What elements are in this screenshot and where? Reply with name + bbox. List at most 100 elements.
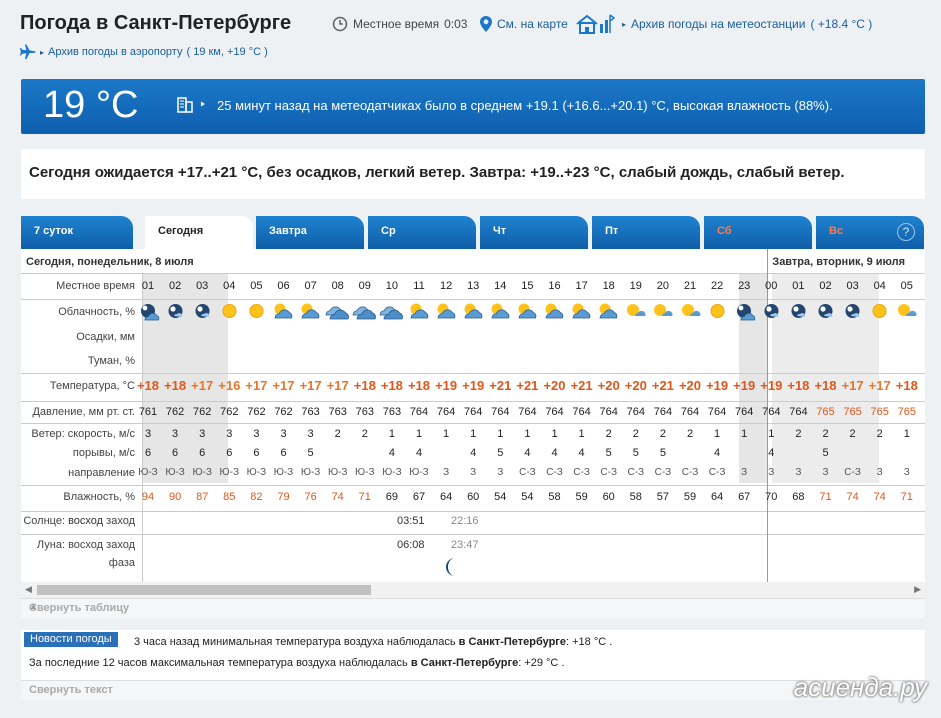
- airplane-icon: [20, 44, 36, 59]
- map-link-label[interactable]: См. на карте: [497, 17, 568, 31]
- hour-cell: 03: [196, 280, 209, 292]
- divider: [21, 299, 925, 300]
- gust-cell: 5: [605, 447, 612, 459]
- humidity-cell: 54: [494, 491, 507, 503]
- pressure-cell: 763: [355, 406, 374, 418]
- weather-sun-cloud-icon: [460, 301, 487, 321]
- pressure-cell: 764: [436, 406, 456, 418]
- temp-cell: +19: [733, 378, 756, 393]
- tab-5[interactable]: Пт: [592, 216, 700, 249]
- hour-cell: 23: [738, 280, 751, 292]
- wind-direction-cell: З: [768, 467, 775, 478]
- gust-cell: 4: [768, 447, 775, 459]
- hour-cell: 18: [602, 280, 615, 292]
- pressure-cell: 765: [843, 406, 862, 418]
- row-label-humidity: Влажность, %: [63, 491, 135, 503]
- temp-cell: +20: [678, 378, 702, 393]
- gust-cell: 6: [144, 447, 152, 459]
- archive-airport-link[interactable]: ▸ Архив погоды в аэропорту ( 19 км, +19 …: [20, 44, 268, 60]
- pressure-cell: 762: [193, 406, 212, 418]
- hour-cell: 08: [331, 280, 344, 292]
- collapse-text-bar[interactable]: Свернуть текст: [21, 680, 925, 700]
- temp-cell: +18: [407, 378, 431, 393]
- pressure-cell: 764: [599, 406, 618, 418]
- wind-speed-cell: 2: [686, 428, 694, 440]
- scroll-right-icon[interactable]: ▶: [914, 584, 921, 595]
- wind-direction-cell: Ю-З: [192, 467, 212, 478]
- hour-cell: 07: [304, 280, 317, 292]
- humidity-cell: 59: [683, 491, 697, 503]
- collapse-table-bar[interactable]: Свернуть таблицу ▲: [21, 598, 925, 618]
- humidity-cell: 70: [765, 491, 778, 503]
- scroll-left-icon[interactable]: ◀: [25, 584, 32, 595]
- row-label-phase: фаза: [108, 557, 135, 569]
- wind-speed-cell: 2: [876, 428, 883, 440]
- sun-label: Солнце: восход заход: [21, 515, 135, 527]
- help-icon[interactable]: ?: [897, 223, 915, 241]
- humidity-cell: 68: [792, 491, 805, 503]
- temp-cell: +19: [706, 378, 729, 393]
- caret-up-icon[interactable]: ▲: [29, 601, 919, 611]
- row-label-cloud: Облачность, %: [58, 306, 135, 318]
- sun-rise-label: восход: [68, 515, 104, 527]
- wind-direction-cell: Ю-З: [219, 467, 240, 478]
- horizontal-scrollbar[interactable]: ◀ ▶: [21, 582, 925, 598]
- temp-cell: +19: [462, 378, 485, 393]
- gust-cell: 4: [524, 447, 531, 459]
- archive-airport-label[interactable]: Архив погоды в аэропорту: [48, 46, 182, 58]
- news-label: Новости погоды: [24, 632, 118, 647]
- divider: [21, 534, 925, 535]
- wind-direction-cell: З: [795, 467, 802, 478]
- weather-night-cloudy-icon: [731, 301, 758, 321]
- wind-speed-cell: 3: [199, 428, 206, 440]
- gust-cell: 6: [226, 447, 233, 459]
- gust-cell: 4: [551, 447, 558, 459]
- local-time-value: 0:03: [444, 17, 468, 31]
- archive-station-label[interactable]: Архив погоды на метеостанции: [631, 17, 805, 31]
- tab-1[interactable]: Сегодня: [145, 216, 253, 249]
- humidity-cell: 58: [548, 491, 561, 503]
- gust-cell: 5: [497, 447, 504, 459]
- humidity-cell: 82: [250, 491, 263, 503]
- news-city: в Санкт-Петербурге: [458, 636, 566, 648]
- weather-night-partly-icon: [785, 301, 812, 321]
- weather-night-cloudy-icon: [135, 301, 162, 321]
- hour-cell: 00: [765, 280, 778, 292]
- wind-direction-cell: З: [470, 467, 477, 478]
- wind-speed-cell: 1: [470, 428, 477, 440]
- hour-cell: 21: [683, 280, 697, 292]
- weather-sun-cloud-icon: [595, 301, 622, 321]
- scrollbar-thumb[interactable]: [37, 585, 371, 595]
- tab-2[interactable]: Завтра: [256, 216, 364, 249]
- news-text: За последние 12 часов максимальная темпе…: [29, 657, 408, 669]
- pressure-cell: 764: [545, 406, 564, 418]
- tab-3[interactable]: Ср: [368, 216, 476, 249]
- wind-speed-cell: 2: [822, 428, 829, 440]
- sun-prefix: Солнце:: [23, 515, 66, 527]
- weather-sun-icon: [704, 301, 731, 321]
- hour-cell: 03: [846, 280, 859, 292]
- weather-night-partly-icon: [812, 301, 839, 321]
- row-label-direction: направление: [68, 467, 135, 479]
- gust-cell: 4: [415, 447, 423, 459]
- humidity-cell: 94: [141, 491, 155, 503]
- humidity-cell: 74: [873, 491, 886, 503]
- map-link[interactable]: См. на карте: [480, 16, 568, 32]
- weather-sun-small-cloud-icon: [677, 301, 704, 321]
- wind-speed-cell: 1: [768, 428, 775, 440]
- weather-sun-cloud-icon: [541, 301, 568, 321]
- weather-sun-cloud-icon: [433, 301, 460, 321]
- tab-6[interactable]: Сб: [704, 216, 812, 249]
- tab-0[interactable]: 7 суток: [21, 216, 133, 249]
- archive-station-link[interactable]: ▸ Архив погоды на метеостанции ( +18.4 °…: [575, 13, 872, 35]
- collapse-text-button[interactable]: Свернуть текст: [29, 684, 113, 696]
- wind-speed-cell: 1: [388, 428, 395, 440]
- gust-cell: 5: [822, 447, 829, 459]
- wind-direction-cell: Ю-З: [273, 467, 294, 478]
- wind-speed-cell: 3: [226, 428, 233, 440]
- humidity-cell: 76: [304, 491, 317, 503]
- weather-news: Новости погоды 3 часа назад минимальная …: [21, 630, 925, 680]
- hour-cell: 22: [710, 280, 724, 292]
- wind-direction-cell: Ю-З: [355, 467, 375, 478]
- tab-4[interactable]: Чт: [480, 216, 588, 249]
